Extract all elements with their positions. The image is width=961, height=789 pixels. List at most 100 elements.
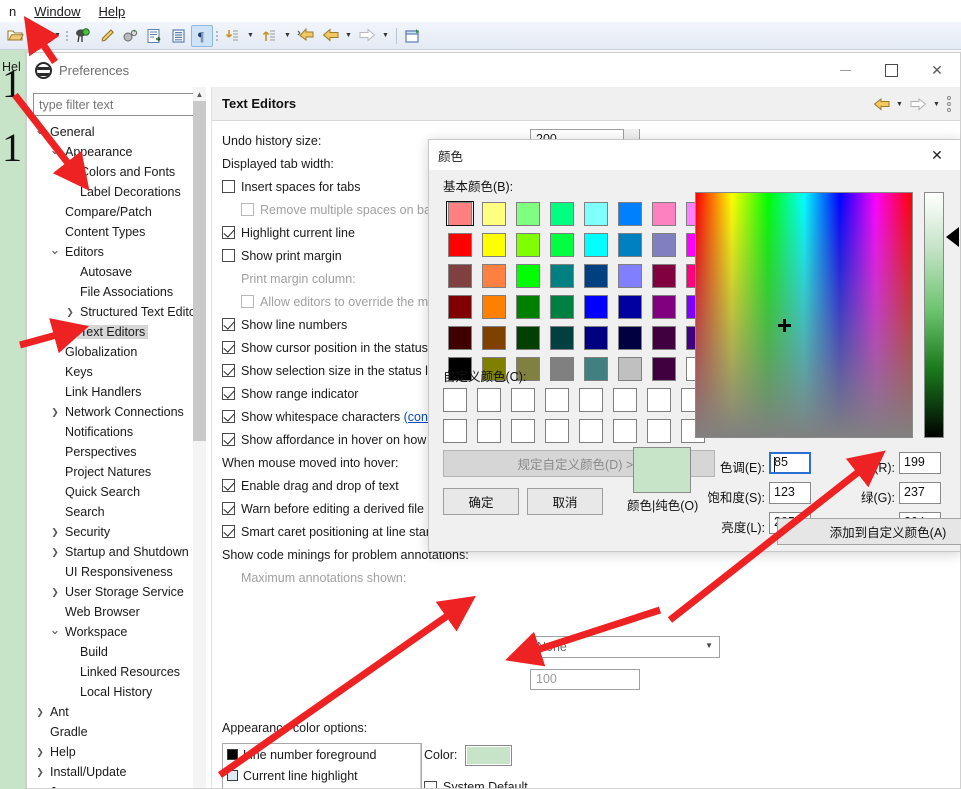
step-into-icon[interactable] — [221, 25, 243, 47]
chevron-right-icon[interactable]: ❯ — [48, 547, 62, 558]
custom-color-cell[interactable] — [443, 388, 477, 419]
chevron-down-icon[interactable]: ▼ — [282, 25, 293, 47]
chevron-right-icon[interactable]: ❯ — [63, 327, 77, 338]
tree-item-user-storage-service[interactable]: ❯ User Storage Service — [27, 582, 212, 602]
basic-color-cell[interactable] — [545, 198, 579, 229]
view-menu-icon[interactable] — [944, 93, 954, 115]
debug-icon[interactable] — [71, 25, 93, 47]
green-input[interactable]: 237 — [899, 482, 941, 504]
tree-item-content-types[interactable]: Content Types — [27, 222, 212, 242]
basic-colors-grid[interactable] — [443, 198, 715, 384]
tree-item-link-handlers[interactable]: Link Handlers — [27, 382, 212, 402]
close-button[interactable]: ✕ — [914, 53, 960, 87]
chevron-down-icon[interactable]: ▼ — [380, 25, 391, 47]
chevron-down-icon[interactable]: ▼ — [894, 93, 905, 115]
new-window-icon[interactable] — [402, 25, 424, 47]
chevron-right-icon[interactable]: ❯ — [48, 527, 62, 538]
basic-color-cell[interactable] — [443, 198, 477, 229]
basic-color-cell[interactable] — [545, 322, 579, 353]
tree-item-appearance[interactable]: ⌄ Appearance — [27, 142, 212, 162]
chevron-down-icon[interactable]: ⌄ — [48, 242, 62, 258]
chevron-right-icon[interactable]: ❯ — [48, 407, 62, 418]
maximize-button[interactable] — [868, 53, 914, 87]
basic-color-cell[interactable] — [579, 322, 613, 353]
tree-item-globalization[interactable]: Globalization — [27, 342, 212, 362]
basic-color-cell[interactable] — [579, 198, 613, 229]
basic-color-cell[interactable] — [443, 260, 477, 291]
hue-input[interactable]: 85 — [769, 452, 811, 474]
tree-item-autosave[interactable]: Autosave — [27, 262, 212, 282]
max-annotations-stepper[interactable]: 100 — [530, 669, 640, 690]
forward-arrow-icon[interactable] — [356, 25, 378, 47]
custom-colors-grid[interactable] — [443, 388, 715, 450]
basic-color-cell[interactable] — [647, 322, 681, 353]
checkbox-show-line-numbers[interactable] — [222, 318, 235, 331]
back-history-icon[interactable] — [295, 25, 317, 47]
basic-color-cell[interactable] — [647, 291, 681, 322]
luminance-slider[interactable] — [924, 192, 944, 438]
tree-item-build[interactable]: Build — [27, 642, 212, 662]
back-arrow-icon[interactable] — [319, 25, 341, 47]
open-editor-icon[interactable] — [143, 25, 165, 47]
chevron-right-icon[interactable]: ❯ — [48, 587, 62, 598]
custom-color-cell[interactable] — [511, 419, 545, 450]
forward-arrow-icon[interactable] — [907, 93, 929, 115]
chevron-down-icon[interactable]: ▼ — [343, 25, 354, 47]
menu-item-run[interactable]: n — [0, 2, 25, 21]
tree-item-local-history[interactable]: Local History — [27, 682, 212, 702]
color-option-item[interactable]: Current line highlight — [223, 765, 421, 786]
tree-item-perspectives[interactable]: Perspectives — [27, 442, 212, 462]
tree-item-network-connections[interactable]: ❯ Network Connections — [27, 402, 212, 422]
basic-color-cell[interactable] — [579, 229, 613, 260]
tree-item-keys[interactable]: Keys — [27, 362, 212, 382]
color-option-item[interactable]: Line number foreground — [223, 744, 421, 765]
custom-color-cell[interactable] — [545, 419, 579, 450]
custom-color-cell[interactable] — [579, 419, 613, 450]
basic-color-cell[interactable] — [647, 260, 681, 291]
custom-color-cell[interactable] — [647, 388, 681, 419]
saturation-input[interactable]: 123 — [769, 482, 811, 504]
checkbox-warn-before-editing-derived[interactable] — [222, 502, 235, 515]
basic-color-cell[interactable] — [511, 198, 545, 229]
custom-color-cell[interactable] — [477, 419, 511, 450]
tree-item-startup-and-shutdown[interactable]: ❯ Startup and Shutdown — [27, 542, 212, 562]
tree-scrollbar[interactable]: ▲ — [193, 87, 206, 788]
color-option-item[interactable]: Print margin — [223, 786, 421, 788]
tree-item-quick-search[interactable]: Quick Search — [27, 482, 212, 502]
checkbox-show-whitespace-characters[interactable] — [222, 410, 235, 423]
tree-item-workspace[interactable]: ⌄ Workspace — [27, 622, 212, 642]
basic-color-cell[interactable] — [477, 322, 511, 353]
runtime-icon[interactable] — [119, 25, 141, 47]
basic-color-cell[interactable] — [579, 353, 613, 384]
tree-item-compare-patch[interactable]: Compare/Patch — [27, 202, 212, 222]
chevron-down-icon[interactable]: ▼ — [52, 25, 63, 47]
basic-color-cell[interactable] — [579, 260, 613, 291]
basic-color-cell[interactable] — [613, 198, 647, 229]
basic-color-cell[interactable] — [545, 260, 579, 291]
checkbox-show-range-indicator[interactable] — [222, 387, 235, 400]
tree-item-java[interactable]: ❯Java — [27, 782, 212, 788]
checkbox-insert-spaces-for-tabs[interactable] — [222, 180, 235, 193]
tree-item-ant[interactable]: ❯ Ant — [27, 702, 212, 722]
open-folder-icon[interactable] — [4, 25, 26, 47]
basic-color-cell[interactable] — [443, 322, 477, 353]
chevron-right-icon[interactable]: ❯ — [33, 787, 47, 789]
basic-color-cell[interactable] — [477, 260, 511, 291]
scroll-up-icon[interactable]: ▲ — [193, 87, 206, 101]
custom-color-cell[interactable] — [477, 388, 511, 419]
custom-color-cell[interactable] — [443, 419, 477, 450]
custom-color-cell[interactable] — [511, 388, 545, 419]
tree-item-gradle[interactable]: Gradle — [27, 722, 212, 742]
luminance-slider-marker[interactable] — [946, 227, 959, 247]
basic-color-cell[interactable] — [613, 260, 647, 291]
color-swatch-button[interactable] — [465, 744, 513, 766]
basic-color-cell[interactable] — [545, 229, 579, 260]
close-icon[interactable]: ✕ — [914, 140, 960, 170]
custom-color-cell[interactable] — [613, 388, 647, 419]
basic-color-cell[interactable] — [511, 322, 545, 353]
menu-item-window[interactable]: Window — [25, 2, 89, 21]
appearance-color-options-list[interactable]: Line number foreground Current line highl… — [222, 743, 422, 788]
tree-item-general[interactable]: ⌄ General — [27, 122, 212, 142]
basic-color-cell[interactable] — [477, 229, 511, 260]
chevron-down-icon[interactable]: ⌄ — [48, 622, 62, 638]
